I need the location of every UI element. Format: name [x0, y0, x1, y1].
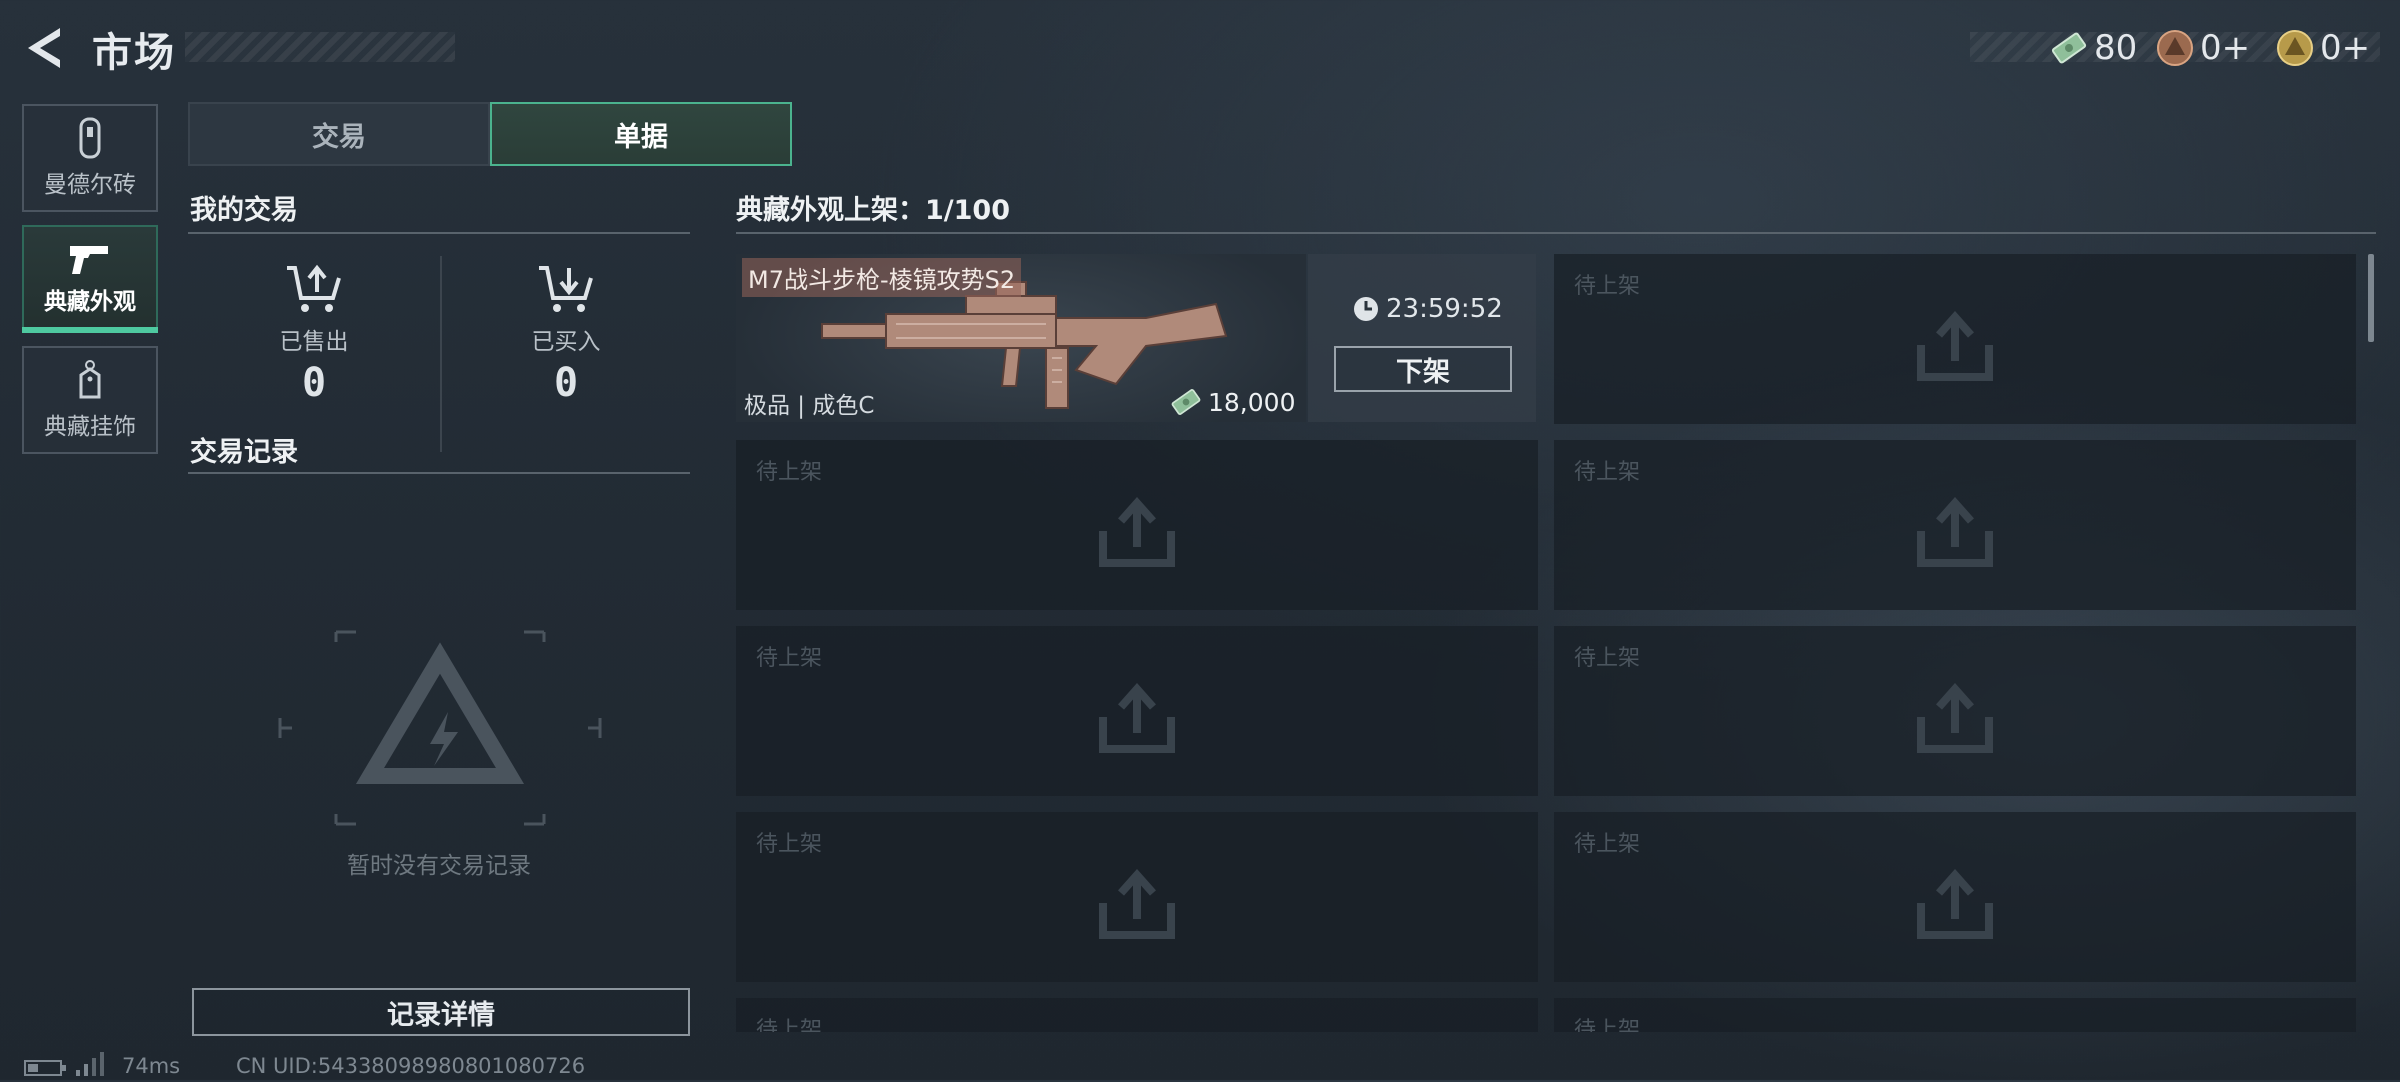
clock-icon: [1354, 297, 1378, 321]
sidebar-item-label: 典藏挂饰: [44, 414, 136, 440]
cart-upload-icon: [287, 264, 341, 312]
stats-divider: [440, 256, 442, 452]
listed-item-name: M7战斗步枪-棱镜攻势S2: [742, 258, 1022, 297]
empty-listing-slot[interactable]: 待上架: [736, 626, 1538, 796]
uid-text: CN UID:54338098980801080726: [236, 1054, 586, 1078]
currency-bronze[interactable]: 0+: [2156, 26, 2250, 70]
listed-item-price-value: 18,000: [1208, 387, 1296, 417]
listed-item-grade: 极品 | 成色C: [744, 393, 875, 419]
empty-slot-label: 待上架: [1574, 832, 1641, 857]
empty-slot-label: 待上架: [1574, 646, 1641, 671]
sold-stat: 已售出 0: [194, 262, 434, 406]
pistol-icon: [70, 246, 108, 274]
cash-voucher-icon: [1171, 389, 1201, 415]
battery-icon: [24, 1058, 68, 1082]
currency-gold[interactable]: 0+: [2276, 26, 2370, 70]
page-title: 市场: [92, 30, 176, 76]
empty-listing-slot[interactable]: 待上架: [736, 440, 1538, 610]
listing-timer-value: 23:59:52: [1386, 294, 1503, 324]
empty-slot-label: 待上架: [756, 832, 823, 857]
empty-slot-label: 待上架: [1574, 460, 1641, 485]
sidebar-item-collection-charms[interactable]: 典藏挂饰: [22, 346, 158, 454]
gold-coin-icon: [2277, 30, 2313, 66]
sold-label: 已售出: [279, 329, 349, 355]
currency-cash[interactable]: 80: [2050, 26, 2137, 70]
back-arrow-icon: [28, 28, 60, 68]
sold-value: 0: [301, 360, 327, 406]
upload-icon: [1917, 311, 1993, 381]
empty-records-text: 暂时没有交易记录: [347, 853, 531, 879]
empty-slot-label: 待上架: [756, 1018, 823, 1032]
empty-records-illustration: [270, 628, 610, 828]
empty-listing-slot[interactable]: 待上架: [1554, 812, 2356, 982]
empty-slot-label: 待上架: [756, 460, 823, 485]
delist-button[interactable]: 下架: [1334, 346, 1512, 392]
signal-icon: [74, 1052, 106, 1082]
my-trades-divider: [188, 232, 690, 234]
upload-icon: [1099, 869, 1175, 939]
empty-slot-label: 待上架: [756, 646, 823, 671]
trade-records-title: 交易记录: [190, 437, 298, 468]
bronze-coin-icon: [2157, 30, 2193, 66]
ping-text: 74ms: [122, 1054, 181, 1078]
cart-download-icon: [539, 266, 593, 312]
empty-state-logo-icon: [278, 630, 602, 826]
empty-listing-slot[interactable]: 待上架: [1554, 254, 2356, 424]
currency-cash-value: 80: [2094, 28, 2138, 68]
sidebar-item-label: 曼德尔砖: [44, 172, 136, 198]
tab-orders[interactable]: 单据: [490, 102, 792, 166]
sidebar-item-collection-skins[interactable]: 典藏外观: [22, 225, 158, 333]
listing-timer: 23:59:52: [1352, 294, 1503, 324]
empty-listing-slot[interactable]: 待上架: [736, 812, 1538, 982]
bought-value: 0: [553, 360, 579, 406]
listings-scrollbar[interactable]: [2368, 254, 2374, 342]
charm-tag-icon: [79, 360, 101, 399]
listings-title: 典藏外观上架：1/100: [736, 195, 1011, 226]
currency-bronze-value: 0+: [2200, 28, 2251, 68]
upload-icon: [1917, 497, 1993, 567]
header-decor-strip: [185, 32, 455, 62]
trade-records-divider: [188, 472, 690, 474]
empty-listing-slot[interactable]: 待上架: [736, 998, 1538, 1032]
currency-gold-value: 0+: [2320, 28, 2371, 68]
my-trades-title: 我的交易: [190, 195, 298, 226]
tab-trade[interactable]: 交易: [188, 102, 490, 166]
sidebar-item-label: 典藏外观: [44, 289, 136, 315]
record-details-button[interactable]: 记录详情: [192, 988, 690, 1036]
empty-listing-slot[interactable]: 待上架: [1554, 626, 2356, 796]
listed-item-price: 18,000: [1170, 386, 1295, 418]
cash-voucher-icon: [2051, 32, 2087, 64]
empty-slot-label: 待上架: [1574, 1018, 1641, 1032]
empty-slot-label: 待上架: [1574, 274, 1641, 299]
listed-item-controls: [1308, 254, 1536, 422]
sidebar-item-mandel-brick[interactable]: 曼德尔砖: [22, 104, 158, 212]
bought-stat: 已买入 0: [446, 262, 686, 406]
empty-listing-slot[interactable]: 待上架: [1554, 998, 2356, 1032]
bought-label: 已买入: [531, 329, 601, 355]
empty-listing-slot[interactable]: 待上架: [1554, 440, 2356, 610]
upload-icon: [1917, 869, 1993, 939]
back-button[interactable]: [20, 22, 68, 74]
listings-divider: [736, 232, 2376, 234]
upload-icon: [1917, 683, 1993, 753]
mandel-brick-icon: [79, 117, 101, 159]
upload-icon: [1099, 683, 1175, 753]
upload-icon: [1099, 497, 1175, 567]
